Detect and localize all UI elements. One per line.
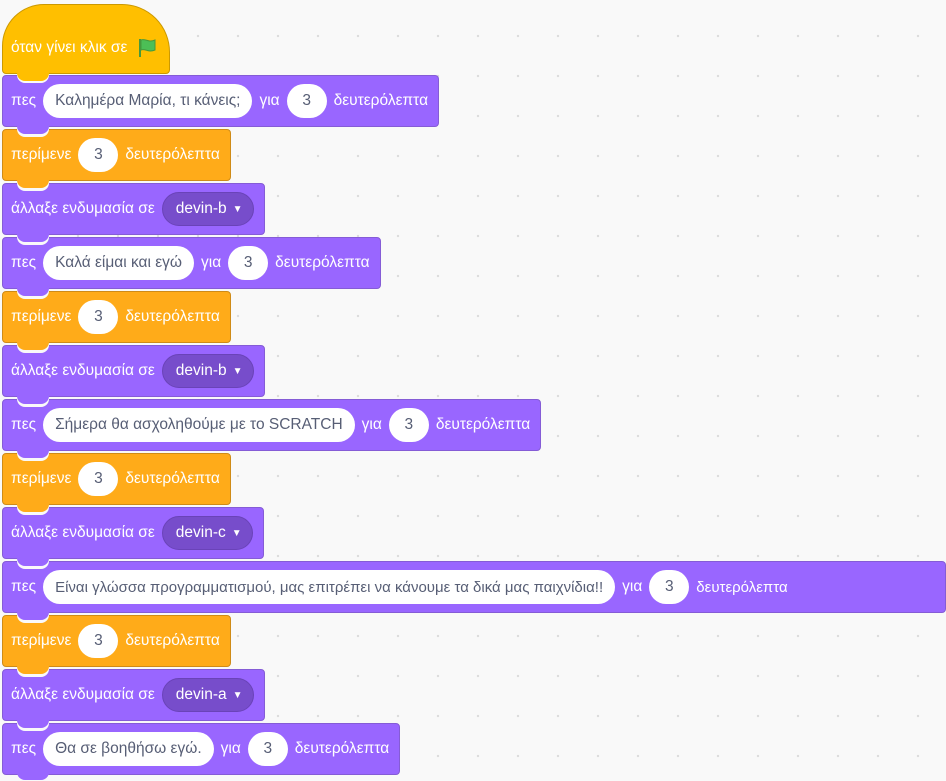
chevron-down-icon: ▼ xyxy=(232,689,243,701)
say-label: πες xyxy=(11,578,37,595)
seconds-input[interactable]: 3 xyxy=(247,732,288,766)
costume-value: devin-c xyxy=(175,524,226,541)
block-connector xyxy=(17,612,49,620)
when-flag-clicked-block[interactable]: όταν γίνει κλικ σε xyxy=(2,4,171,81)
switch-costume-label: άλλαξε ενδυμασία σε xyxy=(11,524,155,541)
costume-dropdown[interactable]: devin-b ▼ xyxy=(161,354,254,388)
say-label: πες xyxy=(11,416,37,433)
for-label: για xyxy=(259,92,280,109)
switch-costume-block[interactable]: άλλαξε ενδυμασία σε devin-c ▼ xyxy=(2,507,264,566)
seconds-input[interactable]: 3 xyxy=(388,408,429,442)
seconds-unit-label: δευτερόλεπτα xyxy=(125,146,220,163)
chevron-down-icon: ▼ xyxy=(231,527,242,539)
block-connector xyxy=(17,342,49,350)
for-label: για xyxy=(622,578,643,595)
seconds-input[interactable]: 3 xyxy=(649,570,690,604)
costume-dropdown[interactable]: devin-a ▼ xyxy=(161,678,254,712)
wait-block[interactable]: περίμενε 3 δευτερόλεπτα xyxy=(2,453,231,512)
seconds-unit-label: δευτερόλεπτα xyxy=(696,578,788,596)
chevron-down-icon: ▼ xyxy=(232,365,243,377)
block-connector xyxy=(17,558,49,566)
message-input[interactable]: Σήμερα θα ασχοληθούμε με το SCRATCH xyxy=(43,408,355,442)
wait-label: περίμενε xyxy=(11,146,72,163)
chevron-down-icon: ▼ xyxy=(232,203,243,215)
seconds-unit-label: δευτερόλεπτα xyxy=(125,470,220,487)
seconds-input[interactable]: 3 xyxy=(78,462,119,496)
wait-block[interactable]: περίμενε 3 δευτερόλεπτα xyxy=(2,129,231,188)
wait-label: περίμενε xyxy=(11,470,72,487)
seconds-input[interactable]: 3 xyxy=(228,246,269,280)
block-connector xyxy=(17,234,49,242)
switch-costume-block[interactable]: άλλαξε ενδυμασία σε devin-b ▼ xyxy=(2,345,265,404)
block-connector xyxy=(17,720,49,728)
seconds-unit-label: δευτερόλεπτα xyxy=(333,92,429,109)
say-for-secs-block[interactable]: πες Είναι γλώσσα προγραμματισμού, μας επ… xyxy=(2,561,946,620)
say-label: πες xyxy=(11,740,37,757)
costume-value: devin-b xyxy=(175,200,227,217)
for-label: για xyxy=(220,740,241,757)
block-connector xyxy=(17,666,49,674)
block-connector xyxy=(17,450,49,458)
seconds-unit-label: δευτερόλεπτα xyxy=(125,308,220,325)
seconds-unit-label: δευτερόλεπτα xyxy=(125,632,220,649)
wait-block[interactable]: περίμενε 3 δευτερόλεπτα xyxy=(2,615,231,674)
say-for-secs-block[interactable]: πες Θα σε βοηθήσω εγώ. για 3 δευτερόλεπτ… xyxy=(2,723,401,780)
message-input[interactable]: Θα σε βοηθήσω εγώ. xyxy=(43,732,214,766)
switch-costume-label: άλλαξε ενδυμασία σε xyxy=(11,362,155,379)
say-for-secs-block[interactable]: πες Καλημέρα Μαρία, τι κάνεις; για 3 δευ… xyxy=(2,75,440,134)
costume-dropdown[interactable]: devin-c ▼ xyxy=(161,516,253,550)
wait-block[interactable]: περίμενε 3 δευτερόλεπτα xyxy=(2,291,231,350)
message-input[interactable]: Είναι γλώσσα προγραμματισμού, μας επιτρέ… xyxy=(43,570,616,604)
say-label: πες xyxy=(11,254,37,271)
message-input[interactable]: Καλά είμαι και εγώ xyxy=(43,246,194,280)
switch-costume-label: άλλαξε ενδυμασία σε xyxy=(11,686,155,703)
block-connector xyxy=(17,73,49,81)
say-for-secs-block[interactable]: πες Σήμερα θα ασχοληθούμε με το SCRATCH … xyxy=(2,399,542,458)
hat-label: όταν γίνει κλικ σε xyxy=(11,39,128,56)
for-label: για xyxy=(361,416,382,433)
block-connector xyxy=(17,288,49,296)
seconds-unit-label: δευτερόλεπτα xyxy=(435,416,531,433)
costume-value: devin-b xyxy=(175,362,227,379)
switch-costume-block[interactable]: άλλαξε ενδυμασία σε devin-a ▼ xyxy=(2,669,265,728)
block-connector xyxy=(17,180,49,188)
block-connector xyxy=(17,504,49,512)
say-for-secs-block[interactable]: πες Καλά είμαι και εγώ για 3 δευτερόλεπτ… xyxy=(2,237,381,296)
block-connector xyxy=(17,396,49,404)
switch-costume-label: άλλαξε ενδυμασία σε xyxy=(11,200,155,217)
block-connector xyxy=(17,126,49,134)
seconds-unit-label: δευτερόλεπτα xyxy=(275,254,370,271)
wait-label: περίμενε xyxy=(11,308,72,325)
seconds-input[interactable]: 3 xyxy=(78,624,119,658)
for-label: για xyxy=(201,254,222,271)
wait-label: περίμενε xyxy=(11,632,72,649)
green-flag-icon xyxy=(135,36,159,60)
switch-costume-block[interactable]: άλλαξε ενδυμασία σε devin-b ▼ xyxy=(2,183,265,242)
seconds-input[interactable]: 3 xyxy=(78,138,119,172)
costume-value: devin-a xyxy=(175,686,227,703)
message-input[interactable]: Καλημέρα Μαρία, τι κάνεις; xyxy=(43,84,253,118)
block-connector xyxy=(17,772,49,780)
say-label: πες xyxy=(11,92,37,109)
costume-dropdown[interactable]: devin-b ▼ xyxy=(161,192,254,226)
seconds-input[interactable]: 3 xyxy=(286,84,327,118)
seconds-unit-label: δευτερόλεπτα xyxy=(294,740,390,757)
seconds-input[interactable]: 3 xyxy=(78,300,119,334)
